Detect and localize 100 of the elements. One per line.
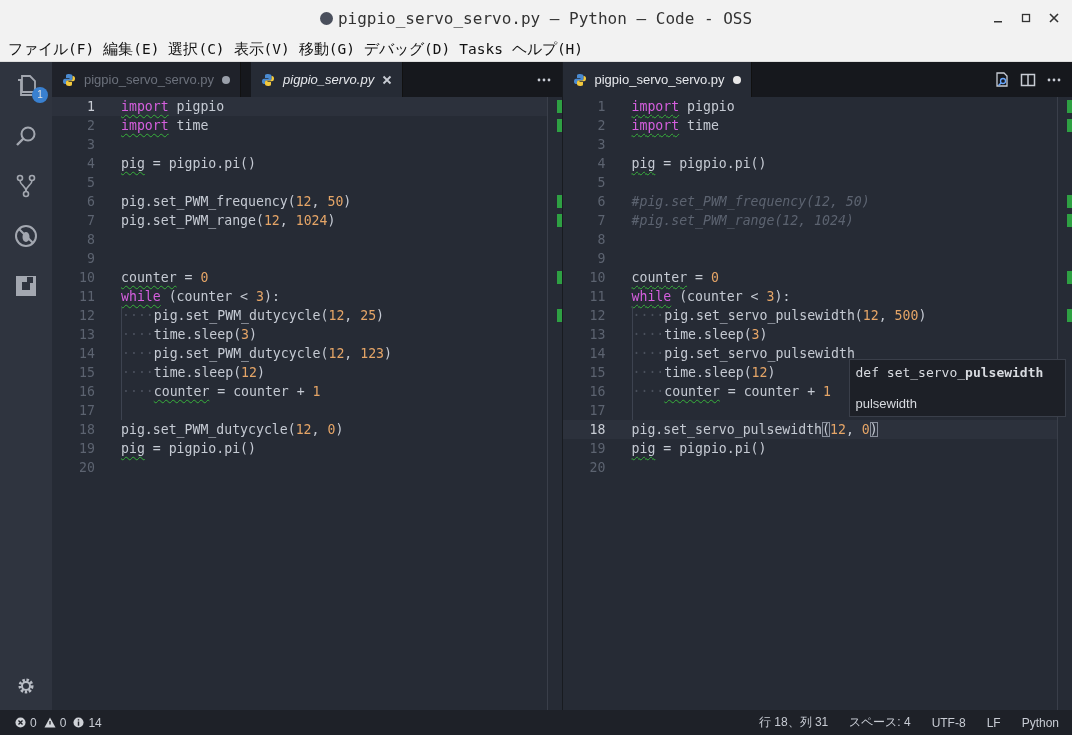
menu-item[interactable]: デバッグ(D) (364, 39, 451, 59)
menu-item[interactable]: 編集(E) (103, 39, 160, 59)
line-number: 12 (588, 308, 606, 323)
line-number: 13 (588, 327, 606, 342)
code-text: pig (631, 441, 656, 456)
number-text: 500 (894, 308, 919, 323)
code-text: = counter + (726, 384, 817, 399)
code-text: = pigpio.pi() (151, 441, 256, 456)
status-item[interactable]: Python (1021, 715, 1059, 730)
maximize-icon[interactable] (1020, 12, 1032, 24)
number-text: 25 (360, 308, 377, 323)
menu-item[interactable]: Tasks (459, 41, 503, 57)
code-text: pig (121, 441, 145, 456)
status-item[interactable]: UTF-8 (931, 715, 966, 730)
number-text: 1 (312, 384, 321, 399)
line-number: 1 (596, 99, 606, 114)
line-number: 7 (596, 213, 606, 228)
code-text: , (344, 346, 354, 361)
no-bug-icon[interactable] (14, 224, 38, 248)
code-text: time (686, 118, 719, 133)
line-number: 3 (596, 137, 606, 152)
line-number: 11 (78, 289, 95, 304)
code-text: (counter < (167, 289, 250, 304)
change-marker (1067, 271, 1072, 284)
code-text: counter (121, 270, 177, 285)
line-number: 3 (86, 137, 95, 152)
keyword-text: while (631, 289, 672, 304)
menu-item[interactable]: 表示(V) (233, 39, 290, 59)
warning-count[interactable]: 0 (59, 715, 67, 730)
code-text: , (311, 422, 321, 437)
number-text: 3 (766, 289, 775, 304)
line-number: 20 (78, 460, 95, 475)
number-text: 3 (751, 327, 760, 342)
comment-text: #pig.set_PWM_frequency(12, 50) (631, 194, 870, 209)
python-icon (62, 72, 76, 87)
menu-item[interactable]: ヘルプ(H) (511, 39, 584, 59)
comment-text: #pig.set_PWM_range(12, 1024) (631, 213, 854, 228)
change-marker (556, 195, 562, 208)
code-text: = pigpio.pi() (662, 156, 767, 171)
whitespace-dots: ···· (631, 363, 665, 382)
document-search-icon[interactable] (994, 71, 1010, 88)
warning-icon (43, 717, 56, 728)
code-text: ) (249, 327, 257, 342)
whitespace-dots: ···· (121, 325, 154, 344)
line-number: 2 (596, 118, 606, 133)
extensions-icon[interactable] (14, 274, 38, 298)
number-text: 12 (830, 422, 846, 437)
menu-item[interactable]: ファイル(F) (8, 39, 95, 59)
number-text: 12 (751, 365, 768, 380)
whitespace-dots: ···· (631, 306, 665, 325)
line-number: 6 (596, 194, 606, 209)
code-text: pig.set_servo_pulsewidth( (664, 308, 863, 323)
code-text: time (175, 118, 209, 133)
number-text: 3 (241, 327, 250, 342)
code-text: , (344, 308, 354, 323)
error-icon (15, 717, 26, 728)
line-number: 12 (78, 308, 95, 323)
info-count[interactable]: 14 (88, 715, 102, 730)
code-text: pigpio (175, 99, 225, 114)
code-text: = counter + (216, 384, 306, 399)
line-number: 2 (86, 118, 95, 133)
line-number: 1 (86, 99, 95, 114)
whitespace-dots: ···· (121, 344, 154, 363)
branch-icon[interactable] (14, 174, 38, 198)
python-icon (261, 72, 276, 87)
editor-tab[interactable]: pigpio_servo_servo.py (562, 62, 752, 97)
code-text: counter (153, 384, 210, 399)
code-text: pigpio (686, 99, 735, 114)
number-text: 0 (861, 422, 870, 437)
status-item[interactable]: スペース: 4 (849, 714, 911, 731)
python-icon (572, 72, 587, 87)
line-number: 15 (588, 365, 606, 380)
keyword-text: import (631, 118, 680, 133)
status-item[interactable]: LF (986, 715, 1001, 730)
status-item[interactable]: 行 18、列 31 (758, 714, 829, 731)
menu-item[interactable]: 選択(C) (168, 39, 225, 59)
code-text: ): (263, 289, 280, 304)
line-number: 10 (588, 270, 606, 285)
settings-icon[interactable] (16, 676, 36, 696)
code-text: time.sleep( (153, 365, 242, 380)
close-icon[interactable] (1048, 12, 1060, 24)
number-text: 123 (360, 346, 385, 361)
line-number: 9 (596, 251, 606, 266)
line-number: 5 (86, 175, 95, 190)
code-text: ) (327, 213, 336, 228)
code-text: , (311, 194, 321, 209)
editor-tab[interactable]: pigpio_servo.py (251, 62, 404, 97)
code-text: pig.set_servo_pulsewidth (631, 422, 823, 437)
keyword-text: import (631, 99, 680, 114)
number-text: 12 (241, 365, 257, 380)
number-text: 12 (295, 194, 312, 209)
code-text: ) (343, 194, 352, 209)
number-text: 12 (328, 346, 345, 361)
search-icon[interactable] (14, 124, 38, 148)
bracket-text: ) (869, 422, 878, 437)
error-count[interactable]: 0 (30, 715, 37, 730)
menu-item[interactable]: 移動(G) (298, 39, 355, 59)
keyword-text: import (121, 118, 169, 133)
line-number: 11 (588, 289, 606, 304)
split-editor-icon[interactable] (1020, 71, 1036, 88)
